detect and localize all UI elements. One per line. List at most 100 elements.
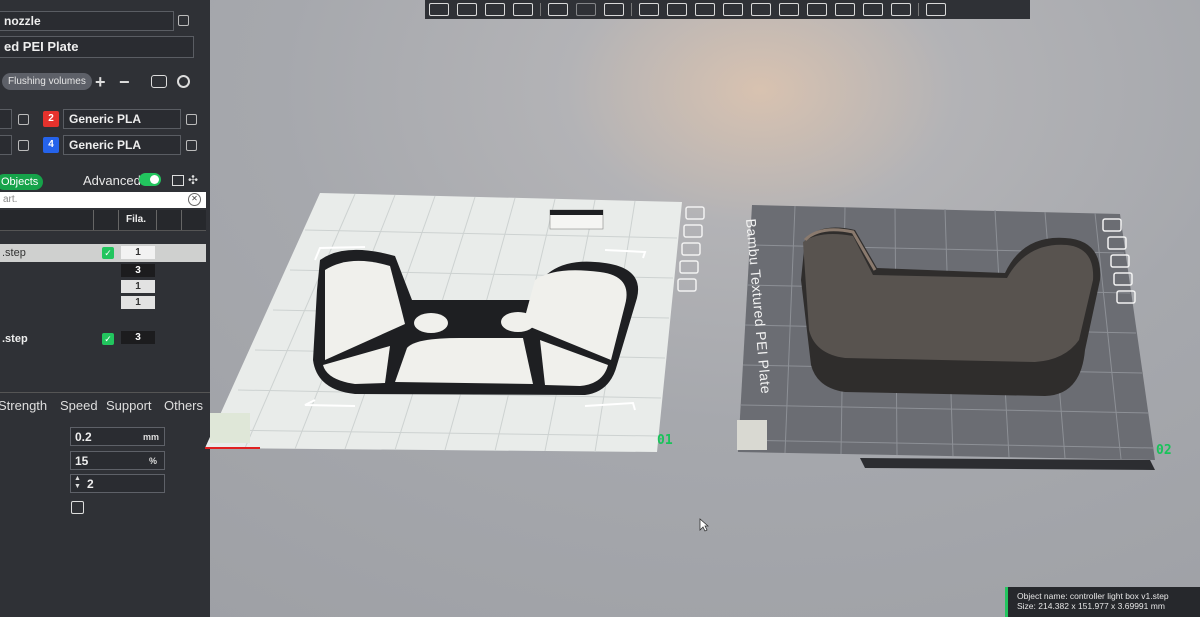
flushing-volumes-button[interactable]: Flushing volumes [2, 73, 92, 90]
wall-loops-value: 2 [87, 477, 94, 491]
unit-label: % [149, 456, 158, 466]
filament-name-field[interactable]: Generic PLA [63, 109, 181, 129]
plate-2-front-strip [860, 458, 1155, 470]
filament-number[interactable]: 3 [121, 264, 155, 277]
filament-name-field[interactable]: Generic PLA [63, 135, 181, 155]
layers-icon[interactable] [548, 3, 568, 16]
sync-filament-icon[interactable] [151, 75, 167, 88]
filament-number[interactable]: 1 [121, 280, 155, 293]
gear-icon[interactable] [177, 75, 190, 88]
tab-strength[interactable]: Strength [0, 398, 47, 413]
object-visible-checkbox[interactable]: ✓ [102, 333, 114, 345]
toolbar-divider [540, 3, 541, 16]
plate-1-view-icon[interactable] [683, 224, 703, 238]
layer-height-input[interactable]: 0.2 mm [70, 427, 165, 446]
plate-1-delete-icon[interactable] [685, 206, 705, 220]
filament-color-swatch[interactable]: 4 [43, 137, 59, 153]
object-name-info: Object name: controller light box v1.ste… [1017, 591, 1169, 601]
edit-filament-icon[interactable] [186, 114, 197, 125]
search-placeholder: art. [3, 194, 18, 205]
rotate-icon[interactable] [667, 3, 687, 16]
controller-center-panel [395, 338, 533, 384]
tab-support[interactable]: Support [106, 398, 152, 413]
tab-others[interactable]: Others [164, 398, 203, 413]
plate-1-arrange-icon[interactable] [681, 242, 701, 256]
filament-slot-3[interactable] [0, 135, 12, 155]
controller-right-hole [501, 312, 535, 332]
object-name: .step [2, 333, 28, 345]
object-list-header: Fila. [0, 210, 206, 231]
filament-slot-1[interactable] [0, 109, 12, 129]
filament-number[interactable]: 1 [121, 296, 155, 309]
edit-filament-icon[interactable] [186, 140, 197, 151]
divider [0, 392, 210, 393]
viewport-canvas[interactable] [205, 170, 1200, 600]
object-row[interactable]: .step ✓ 3 [0, 330, 206, 348]
remove-filament-button[interactable]: − [119, 73, 130, 91]
paint-icon[interactable] [576, 3, 596, 16]
wall-loops-stepper[interactable]: ▲ ▼ 2 [70, 474, 165, 493]
advanced-label: Advanced [83, 173, 141, 188]
layer-height-value: 0.2 [75, 430, 92, 444]
plate-1-number: 01 [657, 433, 673, 448]
filament-number[interactable]: 3 [121, 331, 155, 344]
wipe-tower-top [550, 210, 603, 215]
move-icon[interactable] [639, 3, 659, 16]
toolbar-divider [918, 3, 919, 16]
top-toolbar [425, 0, 1030, 19]
scale-icon[interactable] [695, 3, 715, 16]
filament-number[interactable]: 1 [121, 246, 155, 259]
unit-label: mm [143, 432, 160, 442]
plate-1-settings-icon[interactable] [677, 278, 697, 292]
column-divider [118, 210, 119, 230]
mesh-boolean-icon[interactable] [835, 3, 855, 16]
plate-1-tools [677, 206, 705, 292]
table-view-icon[interactable] [172, 175, 184, 186]
objects-tab[interactable]: Objects [0, 174, 44, 190]
list-icon[interactable] [604, 3, 624, 16]
clear-search-icon[interactable]: ✕ [188, 193, 201, 206]
plate-2-logo [737, 420, 767, 450]
infill-density-input[interactable]: 15 % [70, 451, 165, 470]
stepper-arrows-icon[interactable]: ▲ ▼ [74, 475, 81, 491]
plate-type-select[interactable]: ed PEI Plate [0, 36, 194, 58]
add-filament-button[interactable]: + [95, 73, 106, 91]
seam-paint-icon[interactable] [807, 3, 827, 16]
column-divider [93, 210, 94, 230]
edit-filament-icon[interactable] [18, 114, 29, 125]
split-icon[interactable] [513, 3, 533, 16]
lay-on-face-icon[interactable] [723, 3, 743, 16]
controller-left-hole [414, 313, 448, 333]
support-paint-icon[interactable] [779, 3, 799, 16]
plate-1-logo [210, 413, 250, 443]
plate-1-lock-icon[interactable] [679, 260, 699, 274]
printer-name-field[interactable]: nozzle [0, 11, 174, 31]
column-divider [181, 210, 182, 230]
object-info-panel: Object name: controller light box v1.ste… [1005, 587, 1200, 617]
plate-2-number: 02 [1156, 443, 1172, 458]
cut-icon[interactable] [751, 3, 771, 16]
text-icon[interactable] [863, 3, 883, 16]
object-size-info: Size: 214.382 x 151.977 x 3.69991 mm [1017, 601, 1165, 611]
add-plate-icon[interactable] [429, 3, 449, 16]
arrange-grid-icon[interactable] [457, 3, 477, 16]
object-name: .step [2, 247, 26, 259]
option-checkbox[interactable] [71, 501, 84, 514]
color-paint-icon[interactable] [891, 3, 911, 16]
left-settings-panel: nozzle ed PEI Plate Flushing volumes + −… [0, 0, 210, 617]
plugin-icon[interactable]: ✣ [188, 173, 198, 187]
filament-color-swatch[interactable]: 2 [43, 111, 59, 127]
advanced-toggle[interactable] [139, 173, 161, 186]
tab-speed[interactable]: Speed [60, 398, 98, 413]
object-row-selected[interactable]: .step ✓ 1 [0, 244, 206, 262]
column-divider [156, 210, 157, 230]
search-input[interactable]: art. ✕ [0, 192, 206, 208]
orient-icon[interactable] [485, 3, 505, 16]
edit-printer-icon[interactable] [178, 15, 189, 26]
assembly-view-icon[interactable] [926, 3, 946, 16]
mouse-cursor-icon [699, 518, 709, 532]
infill-density-value: 15 [75, 454, 89, 468]
object-visible-checkbox[interactable]: ✓ [102, 247, 114, 259]
edit-filament-icon[interactable] [18, 140, 29, 151]
filament-column-header: Fila. [126, 214, 147, 225]
